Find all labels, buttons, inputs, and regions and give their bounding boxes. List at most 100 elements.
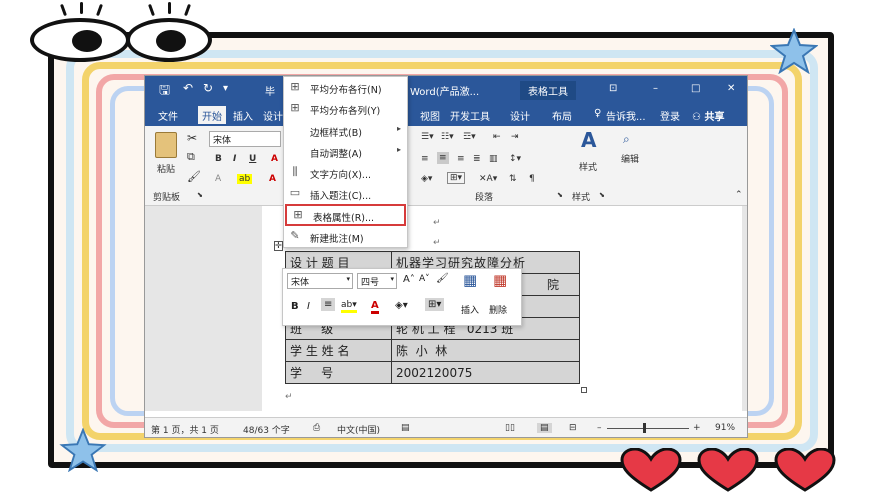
minimize-icon[interactable]: – <box>653 83 658 94</box>
share-button[interactable]: ⚇ 共享 <box>692 108 724 123</box>
copy-icon[interactable]: ⧉ <box>187 150 195 164</box>
delete-table-icon[interactable]: ▦ <box>493 271 507 289</box>
tab-home[interactable]: 开始 <box>198 106 226 124</box>
search-icon[interactable]: ⌕ <box>623 132 630 147</box>
macro-icon[interactable]: ▤ <box>401 423 410 433</box>
paste-button[interactable]: 粘贴 <box>157 162 175 175</box>
login-link[interactable]: 登录 <box>660 108 680 123</box>
table-move-handle-icon[interactable]: ✛ <box>274 241 283 251</box>
format-painter-icon[interactable]: 🖌 <box>187 170 201 183</box>
page-count[interactable]: 第 1 页，共 1 页 <box>151 423 219 436</box>
font-color-a-icon[interactable]: A <box>269 174 276 184</box>
maximize-icon[interactable]: □ <box>691 83 700 94</box>
read-mode-icon[interactable]: ▯▯ <box>505 423 515 433</box>
undo-icon[interactable]: ↶ <box>183 81 193 95</box>
zoom-level[interactable]: 91% <box>715 423 735 433</box>
proofing-icon[interactable]: ⎙ <box>313 423 320 433</box>
quick-access-dropdown-icon[interactable]: ▾ <box>223 83 228 94</box>
font-name-box[interactable]: 宋体 <box>209 131 281 147</box>
align-right-icon[interactable]: ≡ <box>457 154 465 164</box>
justify-icon[interactable]: ≣ <box>473 154 481 164</box>
menu-item-autofit[interactable]: 自动调整(A) ▸ <box>284 142 407 162</box>
menu-item-table-properties[interactable]: ⊞ 表格属性(R)... <box>285 204 406 226</box>
menu-item-insert-caption[interactable]: ▭ 插入题注(C)... <box>284 184 407 204</box>
mini-font-box[interactable]: 宋体 ▾ <box>287 273 353 289</box>
bold-icon[interactable]: B <box>291 301 299 312</box>
dialog-launcher-icon[interactable]: ⬊ <box>599 191 605 199</box>
styles-icon[interactable]: A <box>581 128 596 152</box>
close-icon[interactable]: ✕ <box>727 83 735 94</box>
chinese-layout-icon[interactable]: ✕A▾ <box>479 174 497 184</box>
cut-icon[interactable]: ✂ <box>187 131 197 145</box>
table-cell[interactable]: 学 生 姓 名 <box>285 339 392 362</box>
tab-view[interactable]: 视图 <box>420 108 440 123</box>
decrease-indent-icon[interactable]: ⇤ <box>493 132 501 142</box>
shading-icon[interactable]: ◈▾ <box>395 300 408 311</box>
table-cell[interactable]: 学 号 <box>285 361 392 384</box>
zoom-slider-thumb[interactable] <box>643 423 646 433</box>
distributed-icon[interactable]: ▥ <box>489 154 498 164</box>
menu-item-border-styles[interactable]: 边框样式(B) ▸ <box>284 121 407 141</box>
text-direction-icon: ⫼ <box>292 165 298 178</box>
highlight-icon[interactable]: ab▾ <box>341 300 357 313</box>
shrink-font-icon[interactable]: A˅ <box>419 274 430 284</box>
tell-me-box[interactable]: 告诉我... <box>606 108 646 123</box>
menu-item-new-comment[interactable]: ✎ 新建批注(M) <box>284 227 407 247</box>
tab-insert[interactable]: 插入 <box>233 108 253 123</box>
shading-icon[interactable]: ◈▾ <box>421 174 432 184</box>
table-cell[interactable]: 2002120075 <box>391 361 580 384</box>
multilevel-list-icon[interactable]: ☲▾ <box>463 132 476 142</box>
format-painter-icon[interactable]: 🖌 <box>436 273 449 284</box>
dialog-launcher-icon[interactable]: ⬊ <box>197 191 203 199</box>
numbering-icon[interactable]: ☷▾ <box>441 132 454 142</box>
insert-table-icon[interactable]: ▦ <box>463 271 477 289</box>
zoom-out-icon[interactable]: – <box>597 423 602 433</box>
zoom-slider[interactable] <box>607 428 689 429</box>
italic-icon[interactable]: I <box>233 154 236 164</box>
tab-table-design[interactable]: 设计 <box>510 108 530 123</box>
tab-table-layout[interactable]: 布局 <box>552 108 572 123</box>
italic-icon[interactable]: I <box>307 301 310 312</box>
ribbon-display-icon[interactable]: ⊡ <box>609 83 617 94</box>
increase-indent-icon[interactable]: ⇥ <box>511 132 519 142</box>
print-layout-icon[interactable]: ▤ <box>537 423 552 433</box>
redo-icon[interactable]: ↻ <box>203 81 213 95</box>
zoom-in-icon[interactable]: + <box>693 423 701 433</box>
styles-button[interactable]: 样式 <box>579 160 597 173</box>
center-align-icon[interactable]: ≡ <box>321 298 336 311</box>
dialog-launcher-icon[interactable]: ⬊ <box>557 191 563 199</box>
align-left-icon[interactable]: ≡ <box>421 154 429 164</box>
bold-icon[interactable]: B <box>215 154 222 164</box>
menu-item-distribute-rows[interactable]: ⊞ 平均分布各行(N) <box>284 78 407 98</box>
table-resize-handle-icon[interactable] <box>581 387 587 393</box>
sort-icon[interactable]: ⇅ <box>509 174 517 184</box>
language-indicator[interactable]: 中文(中国) <box>337 423 380 436</box>
save-icon[interactable]: 🖫 <box>159 81 170 103</box>
editing-button[interactable]: 编辑 <box>621 152 639 165</box>
web-layout-icon[interactable]: ⊟ <box>569 423 577 433</box>
bullets-icon[interactable]: ☰▾ <box>421 132 434 142</box>
tab-design[interactable]: 设计 <box>263 108 283 123</box>
mini-insert-button[interactable]: 插入 <box>461 303 479 316</box>
menu-item-text-direction[interactable]: ⫼ 文字方向(X)... <box>284 163 407 183</box>
borders-icon[interactable]: ⊞▾ <box>447 172 466 184</box>
grow-font-icon[interactable]: A˄ <box>403 274 415 285</box>
paste-icon[interactable] <box>155 132 177 158</box>
tab-developer[interactable]: 开发工具 <box>450 108 490 123</box>
highlight-icon[interactable]: ab <box>237 174 253 184</box>
show-marks-icon[interactable]: ¶ <box>529 174 535 184</box>
text-effects-icon[interactable]: A <box>215 174 221 184</box>
menu-item-distribute-columns[interactable]: ⊞ 平均分布各列(Y) <box>284 99 407 119</box>
mini-delete-button[interactable]: 删除 <box>489 303 507 316</box>
collapse-ribbon-icon[interactable]: ⌃ <box>735 190 743 200</box>
word-count[interactable]: 48/63 个字 <box>243 423 290 436</box>
font-color-icon[interactable]: A <box>271 154 278 164</box>
line-spacing-icon[interactable]: ↕▾ <box>509 154 521 164</box>
table-cell[interactable]: 陈 小 林 <box>391 339 580 362</box>
underline-icon[interactable]: U <box>249 154 256 164</box>
align-center-icon[interactable]: ≡ <box>437 152 449 164</box>
mini-size-box[interactable]: 四号 ▾ <box>357 273 397 289</box>
tab-file[interactable]: 文件 <box>158 108 178 123</box>
font-color-icon[interactable]: A <box>371 300 379 314</box>
borders-icon[interactable]: ⊞▾ <box>425 298 445 311</box>
